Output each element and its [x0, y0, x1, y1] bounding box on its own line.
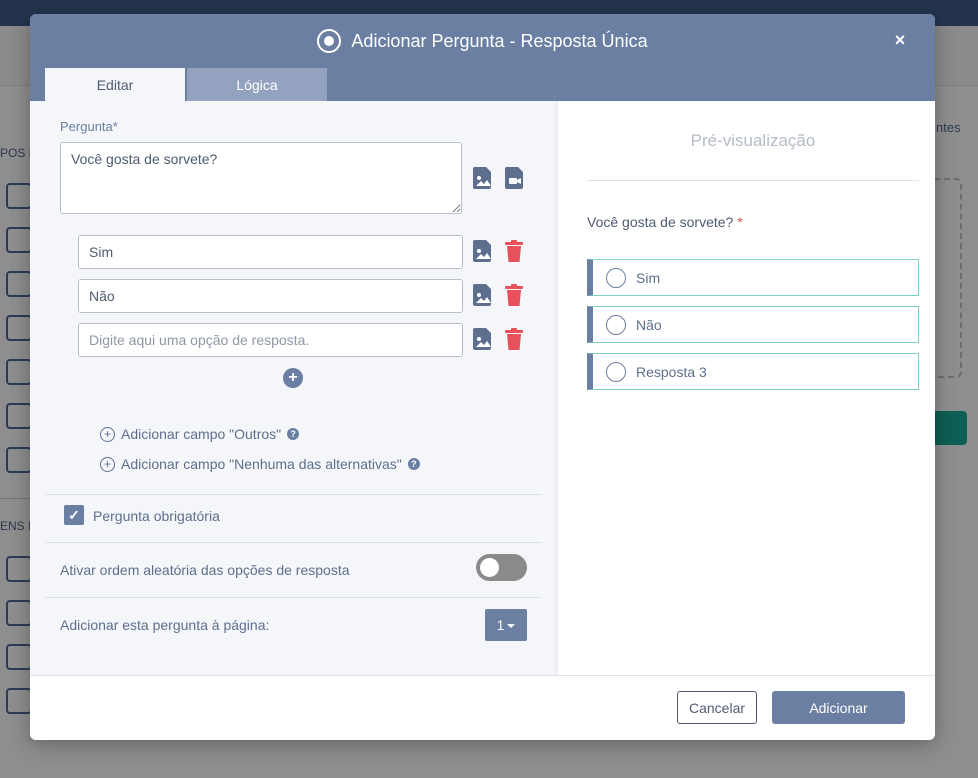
sidebar-checkbox-icon[interactable] — [6, 227, 32, 253]
divider — [45, 494, 542, 495]
preview-title: Pré-visualização — [690, 131, 816, 150]
cancel-button[interactable]: Cancelar — [677, 691, 757, 724]
required-label: Pergunta obrigatória — [93, 508, 220, 524]
preview-option-label: Resposta 3 — [636, 363, 707, 380]
add-image-icon[interactable] — [473, 167, 493, 189]
background-button — [934, 411, 967, 445]
sidebar-rating-icon[interactable] — [6, 271, 32, 297]
trash-icon[interactable] — [504, 240, 524, 262]
add-other-field-label: Adicionar campo "Outros" — [121, 426, 282, 442]
question-textarea[interactable] — [60, 142, 462, 214]
random-order-toggle[interactable] — [476, 554, 527, 581]
sidebar-divider — [0, 498, 30, 499]
sidebar-add-file-icon[interactable] — [6, 556, 32, 582]
option-input[interactable] — [78, 279, 463, 313]
add-question-modal: Adicionar Pergunta - Resposta Única × Ed… — [30, 14, 935, 740]
sidebar-text-icon[interactable] — [6, 359, 32, 385]
radio-icon — [606, 361, 626, 382]
circle-plus-icon: + — [100, 426, 115, 442]
option-image-icon[interactable] — [473, 328, 493, 350]
add-none-field-label: Adicionar campo "Nenhuma das alternativa… — [121, 456, 402, 472]
modal-header: Adicionar Pergunta - Resposta Única × Ed… — [30, 14, 935, 101]
background-dropzone — [934, 178, 962, 378]
preview-option[interactable]: Resposta 3 — [587, 353, 919, 390]
sidebar-calendar-icon[interactable] — [6, 403, 32, 429]
tab-logic[interactable]: Lógica — [187, 68, 327, 101]
radio-icon — [606, 314, 626, 335]
preview-question-text: Você gosta de sorvete? — [587, 214, 734, 230]
add-option-button[interactable]: + — [283, 368, 303, 388]
preview-question: Você gosta de sorvete? * — [587, 214, 743, 230]
add-button[interactable]: Adicionar — [772, 691, 905, 724]
add-none-field-link[interactable]: + Adicionar campo "Nenhuma das alternati… — [100, 456, 420, 472]
page-select[interactable]: 1 — [485, 609, 527, 641]
app-sidebar: POS I ENS I — [0, 86, 33, 778]
tab-edit[interactable]: Editar — [45, 68, 185, 101]
caret-down-icon — [507, 624, 516, 628]
modal-title-row: Adicionar Pergunta - Resposta Única — [30, 28, 935, 54]
radio-icon — [606, 267, 626, 288]
required-mark: * — [737, 214, 743, 230]
preview-option[interactable]: Não — [587, 306, 919, 343]
add-video-icon[interactable] — [505, 167, 525, 189]
preview-divider — [587, 180, 919, 181]
option-image-icon[interactable] — [473, 240, 493, 262]
sidebar-edit-file-icon[interactable] — [6, 600, 32, 626]
question-label: Pergunta* — [60, 119, 118, 134]
sidebar-video-file-icon[interactable] — [6, 688, 32, 714]
background-text: ntes — [936, 120, 961, 135]
trash-icon[interactable] — [504, 328, 524, 350]
help-icon[interactable]: ? — [287, 428, 300, 440]
random-order-label: Ativar ordem aleatória das opções de res… — [60, 562, 350, 578]
sidebar-radio-icon[interactable] — [6, 183, 32, 209]
option-input[interactable] — [78, 235, 463, 269]
help-icon[interactable]: ? — [407, 458, 420, 470]
sidebar-section-label: POS I — [0, 146, 33, 160]
footer-divider — [30, 675, 935, 676]
sidebar-chart-icon[interactable] — [6, 315, 32, 341]
preview-option-label: Sim — [636, 269, 661, 286]
circle-plus-icon: + — [100, 456, 115, 472]
modal-title: Adicionar Pergunta - Resposta Única — [351, 30, 648, 51]
close-icon[interactable]: × — [890, 30, 910, 50]
option-image-icon[interactable] — [473, 284, 493, 306]
required-checkbox[interactable]: ✓ — [64, 505, 84, 525]
preview-option[interactable]: Sim — [587, 259, 919, 296]
sidebar-image-file-icon[interactable] — [6, 644, 32, 670]
preview-option-label: Não — [636, 316, 662, 333]
option-input[interactable] — [78, 323, 463, 357]
sidebar-number-icon[interactable] — [6, 447, 32, 473]
divider — [45, 542, 542, 543]
page-select-value: 1 — [496, 617, 505, 633]
add-other-field-link[interactable]: + Adicionar campo "Outros" ? — [100, 426, 300, 442]
trash-icon[interactable] — [504, 284, 524, 306]
single-choice-icon — [317, 29, 342, 53]
page-label: Adicionar esta pergunta à página: — [60, 617, 270, 633]
divider — [45, 597, 542, 598]
sidebar-section-label: ENS I — [0, 519, 32, 533]
